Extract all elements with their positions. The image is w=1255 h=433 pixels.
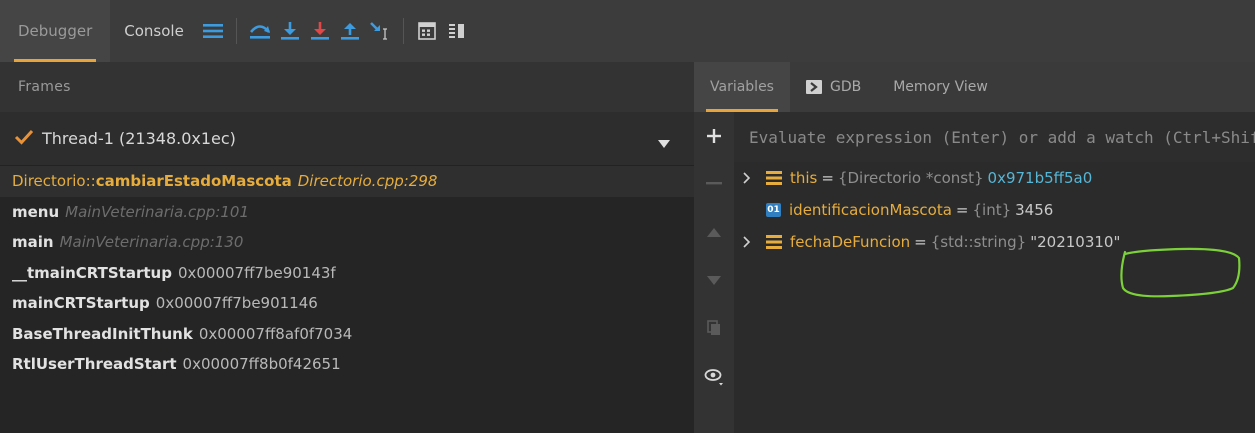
frame-row[interactable]: __tmainCRTStartup 0x00007ff7be90143f [0, 258, 694, 289]
variables-panel: Variables GDB Memory View Evaluate expre… [694, 62, 1255, 433]
variable-value: "20210310" [1030, 233, 1121, 251]
frame-address: 0x00007ff8b0f42651 [182, 355, 341, 374]
variable-equals: = [914, 233, 927, 251]
add-watch-icon[interactable] [694, 112, 734, 160]
frame-function: menu [12, 202, 60, 221]
frame-row[interactable]: main MainVeterinaria.cpp:130 [0, 227, 694, 258]
frame-address: 0x00007ff8af0f7034 [198, 324, 353, 343]
tab-gdb-label: GDB [829, 79, 862, 95]
tab-debugger[interactable]: Debugger [0, 0, 111, 62]
variable-equals: = [821, 169, 834, 187]
int-badge: 01 [766, 203, 781, 217]
frame-namespace: Directorio:: [12, 172, 96, 191]
frame-function: RtlUserThreadStart [12, 355, 177, 374]
move-up-icon[interactable] [694, 208, 734, 256]
frame-location: Directorio.cpp:298 [297, 172, 438, 191]
frame-row[interactable]: mainCRTStartup 0x00007ff7be901146 [0, 288, 694, 319]
step-into-force-icon[interactable] [305, 16, 335, 46]
frame-row[interactable]: RtlUserThreadStart 0x00007ff8b0f42651 [0, 349, 694, 380]
thread-label: Thread-1 (21348.0x1ec) [42, 129, 236, 148]
struct-icon [766, 171, 782, 185]
step-into-icon[interactable] [275, 16, 305, 46]
frame-function: mainCRTStartup [12, 294, 150, 313]
frame-address: 0x00007ff7be901146 [155, 294, 318, 313]
chevron-down-icon[interactable] [658, 134, 670, 152]
toolbar-divider [235, 18, 237, 44]
remove-watch-icon[interactable] [694, 160, 734, 208]
debug-toolbar: Debugger Console [0, 0, 1255, 62]
frame-list: Directorio:: cambiarEstadoMascota Director… [0, 166, 694, 380]
variable-name: fechaDeFuncion [790, 233, 911, 251]
eye-icon[interactable] [694, 352, 734, 400]
int-icon: 01 [766, 203, 781, 217]
chevron-right-icon[interactable] [734, 236, 760, 248]
toolbar-divider [402, 18, 404, 44]
struct-icon [766, 235, 782, 249]
toolbar-actions [194, 0, 472, 62]
tab-gdb[interactable]: GDB [790, 62, 877, 112]
copy-icon[interactable] [694, 304, 734, 352]
variable-value: 0x971b5ff5a0 [987, 169, 1093, 187]
variable-row[interactable]: this = {Directorio *const} 0x971b5ff5a0 [734, 162, 1255, 194]
variable-name: identificacionMascota [789, 201, 952, 219]
evaluate-expression-input[interactable] [734, 112, 1255, 162]
terminal-icon [805, 80, 822, 94]
tab-memory-view[interactable]: Memory View [877, 62, 1004, 112]
frame-function: __tmainCRTStartup [12, 263, 172, 282]
frames-panel: Frames Thread-1 (21348.0x1ec) Directorio… [0, 62, 694, 433]
frame-function: main [12, 233, 54, 252]
variable-value: 3456 [1015, 201, 1054, 219]
tab-variables[interactable]: Variables [694, 62, 790, 112]
frame-function: cambiarEstadoMascota [95, 172, 292, 191]
frame-function: BaseThreadInitThunk [12, 324, 193, 343]
variable-type: {Directorio *const} [837, 169, 984, 187]
variable-name: this [790, 169, 818, 187]
frame-address: 0x00007ff7be90143f [177, 263, 336, 282]
chevron-right-icon[interactable] [734, 172, 760, 184]
menu-icon[interactable] [198, 16, 228, 46]
frame-row[interactable]: Directorio:: cambiarEstadoMascota Director… [0, 166, 694, 197]
run-to-cursor-icon[interactable] [365, 16, 395, 46]
right-tabs: Variables GDB Memory View [694, 62, 1255, 112]
columns-icon[interactable] [442, 16, 472, 46]
variable-row[interactable]: 01 identificacionMascota = {int} 3456 [734, 194, 1255, 226]
frame-location: MainVeterinaria.cpp:101 [65, 202, 250, 221]
step-out-icon[interactable] [335, 16, 365, 46]
thread-dropdown[interactable]: Thread-1 (21348.0x1ec) [0, 112, 694, 166]
variable-type: {std::string} [930, 233, 1027, 251]
checkmark-icon [14, 129, 34, 149]
variable-row[interactable]: fechaDeFuncion = {std::string} "20210310" [734, 226, 1255, 258]
move-down-icon[interactable] [694, 256, 734, 304]
frame-row[interactable]: menu MainVeterinaria.cpp:101 [0, 197, 694, 228]
variables-tree: this = {Directorio *const}0x971b5ff5a0 0… [734, 112, 1255, 433]
frames-header: Frames [0, 62, 694, 112]
frame-row[interactable]: BaseThreadInitThunk 0x00007ff8af0f7034 [0, 319, 694, 350]
step-over-icon[interactable] [245, 16, 275, 46]
tab-console[interactable]: Console [110, 0, 194, 62]
variables-side-toolbar [694, 112, 734, 433]
variable-type: {int} [972, 201, 1012, 219]
variable-equals: = [955, 201, 969, 219]
evaluate-icon[interactable] [412, 16, 442, 46]
frame-location: MainVeterinaria.cpp:130 [59, 233, 244, 252]
